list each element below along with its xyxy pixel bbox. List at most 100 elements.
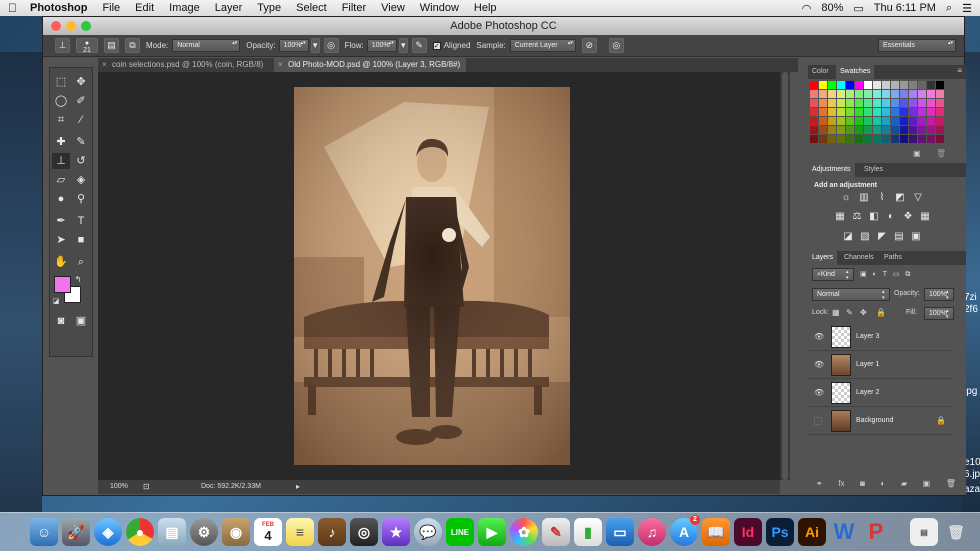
delete-swatch-icon[interactable]: 🗑 <box>936 149 946 158</box>
calendar-icon[interactable]: FEB 4 <box>254 518 282 546</box>
canvas-area[interactable] <box>98 72 780 480</box>
swatch-cell[interactable] <box>846 108 854 116</box>
pages-icon[interactable]: ✎ <box>542 518 570 546</box>
desktop-file-label[interactable]: 6.jp <box>964 469 980 480</box>
flow-field[interactable]: 100% <box>366 39 397 52</box>
swatch-cell[interactable] <box>873 117 881 125</box>
clone-source-panel-icon[interactable]: ⧉ <box>125 38 140 53</box>
desktop-file-label[interactable]: aza <box>964 484 980 495</box>
app-store-icon[interactable]: A2 <box>670 515 700 546</box>
swatch-cell[interactable] <box>855 81 863 89</box>
apple-icon[interactable]:  <box>8 1 17 15</box>
swatch-cell[interactable] <box>864 90 872 98</box>
lock-position-icon[interactable]: ✥ <box>860 308 867 317</box>
color-lookup-icon[interactable]: ▦ <box>919 211 931 223</box>
menu-app-name[interactable]: Photoshop <box>30 2 87 14</box>
tab-layers[interactable]: Layers <box>808 251 838 265</box>
battery-icon[interactable]: ▭ <box>853 2 863 15</box>
swatch-cell[interactable] <box>819 90 827 98</box>
vibrance-icon[interactable]: ▽ <box>912 192 924 204</box>
swatch-cell[interactable] <box>891 81 899 89</box>
swatch-cell[interactable] <box>846 126 854 134</box>
healing-brush-tool-icon[interactable]: ✚ <box>52 134 70 150</box>
desktop-file-label[interactable]: e10 <box>964 457 980 468</box>
lock-transparent-icon[interactable]: ▦ <box>832 308 840 317</box>
new-adjustment-layer-icon[interactable]: ◐ <box>881 479 886 488</box>
menu-type[interactable]: Type <box>257 2 281 14</box>
swatch-cell[interactable] <box>855 108 863 116</box>
tab-paths[interactable]: Paths <box>880 251 906 265</box>
imovie-star-icon[interactable]: ★ <box>382 518 410 546</box>
swatch-cell[interactable] <box>900 135 908 143</box>
swatch-cell[interactable] <box>936 90 944 98</box>
swatch-cell[interactable] <box>909 90 917 98</box>
mode-dropdown[interactable]: Normal <box>172 39 241 52</box>
opacity-field[interactable]: 100% <box>278 39 309 52</box>
swatch-cell[interactable] <box>864 126 872 134</box>
powerpoint-icon[interactable]: P <box>862 518 890 546</box>
tab-coin-selections[interactable]: × coin selections.psd @ 100% (coin, RGB/8… <box>98 58 273 72</box>
selective-color-icon[interactable]: ▣ <box>910 231 922 243</box>
layer-row-background[interactable]: Background 🔒 <box>808 407 954 435</box>
swatch-cell[interactable] <box>918 135 926 143</box>
rectangle-tool-icon[interactable]: ■ <box>72 232 90 248</box>
layer-row-layer-3[interactable]: 👁 Layer 3 <box>808 323 954 351</box>
workspace-dropdown[interactable]: Essentials <box>878 39 956 52</box>
system-preferences-icon[interactable]: ⚙ <box>190 518 218 546</box>
pressure-size-icon[interactable]: ◎ <box>608 38 624 53</box>
clock[interactable]: Thu 6:11 PM <box>874 2 936 14</box>
swatch-cell[interactable] <box>819 108 827 116</box>
swatch-cell[interactable] <box>837 117 845 125</box>
pen-tool-icon[interactable]: ✒ <box>52 213 70 229</box>
history-brush-tool-icon[interactable]: ↺ <box>72 153 90 169</box>
ignore-adjustment-layers-icon[interactable]: ⊘ <box>581 38 597 53</box>
swatch-cell[interactable] <box>891 126 899 134</box>
new-layer-icon[interactable]: ▣ <box>923 479 931 488</box>
quick-mask-icon[interactable]: ◙ <box>52 313 70 329</box>
opacity-slider-arrow-icon[interactable]: ▾ <box>310 38 320 53</box>
panel-menu-icon[interactable]: ≡ <box>957 66 962 75</box>
threshold-icon[interactable]: ◤ <box>876 231 888 243</box>
line-app-icon[interactable]: LINE <box>446 518 474 546</box>
swatch-cell[interactable] <box>891 108 899 116</box>
spotlight-icon[interactable]: ⌕ <box>946 2 952 15</box>
filter-shape-icon[interactable]: ▭ <box>893 271 900 278</box>
swatch-cell[interactable] <box>936 117 944 125</box>
visibility-eye-icon[interactable]: 👁 <box>814 388 824 397</box>
marquee-tool-icon[interactable]: ⬚ <box>52 74 70 90</box>
swatch-cell[interactable] <box>882 117 890 125</box>
swatch-cell[interactable] <box>909 81 917 89</box>
itunes-icon[interactable]: ♫ <box>638 518 666 546</box>
swatch-cell[interactable] <box>828 126 836 134</box>
menu-layer[interactable]: Layer <box>215 2 243 14</box>
swatch-cell[interactable] <box>864 99 872 107</box>
swatch-cell[interactable] <box>810 117 818 125</box>
photo-booth-icon[interactable]: ◎ <box>350 518 378 546</box>
hue-saturation-icon[interactable]: ▦ <box>834 211 846 223</box>
swatch-cell[interactable] <box>855 90 863 98</box>
swatch-cell[interactable] <box>810 108 818 116</box>
path-selection-tool-icon[interactable]: ➤ <box>52 232 70 248</box>
crop-tool-icon[interactable]: ⌗ <box>52 112 70 128</box>
scroll-thumb[interactable] <box>782 72 788 480</box>
visibility-eye-icon[interactable]: 👁 <box>814 332 824 341</box>
swatch-cell[interactable] <box>819 126 827 134</box>
swatch-cell[interactable] <box>927 81 935 89</box>
indesign-icon[interactable]: Id <box>734 518 762 546</box>
wifi-icon[interactable]: ◠ <box>802 2 812 15</box>
word-icon[interactable]: W <box>830 518 858 546</box>
aligned-checkbox[interactable]: ✓ <box>432 41 441 50</box>
swatch-cell[interactable] <box>846 81 854 89</box>
brush-panel-icon[interactable]: ▤ <box>104 38 119 53</box>
trash-icon[interactable]: 🗑 <box>942 518 970 546</box>
filter-adjustment-icon[interactable]: ◐ <box>873 271 877 278</box>
swatch-cell[interactable] <box>909 135 917 143</box>
battery-percent[interactable]: 80% <box>821 2 843 14</box>
swatch-cell[interactable] <box>819 81 827 89</box>
brightness-contrast-icon[interactable]: ☼ <box>840 192 852 204</box>
zoom-tool-icon[interactable]: ⌕ <box>72 254 90 270</box>
document-stack-icon[interactable]: ▤ <box>910 518 938 546</box>
sample-dropdown[interactable]: Current Layer <box>509 39 576 52</box>
swatch-cell[interactable] <box>837 126 845 134</box>
swatch-cell[interactable] <box>855 135 863 143</box>
